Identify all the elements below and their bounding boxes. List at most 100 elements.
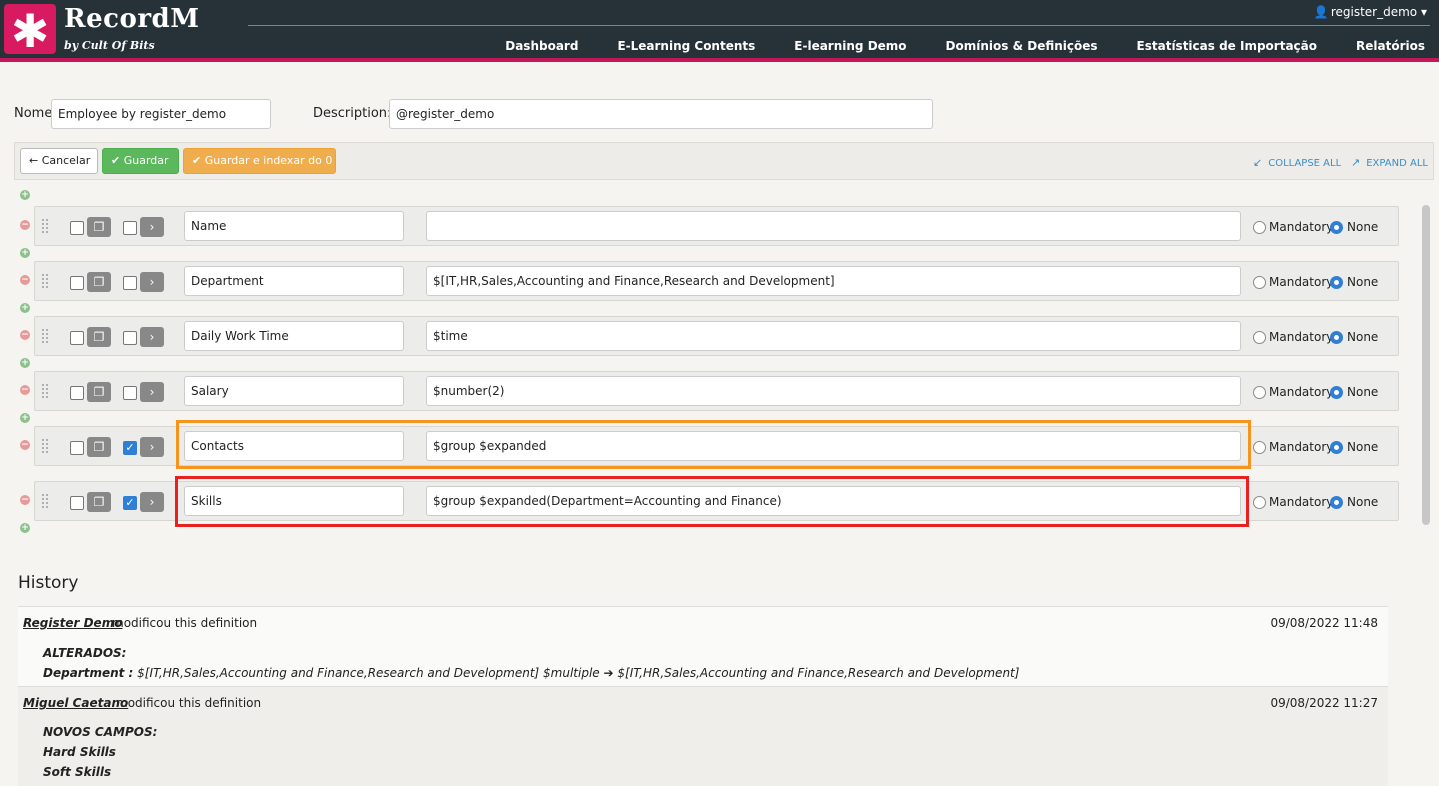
mandatory-radio[interactable]: [1253, 496, 1266, 509]
none-radio[interactable]: [1330, 276, 1343, 289]
remove-field-icon[interactable]: −: [20, 440, 30, 450]
mandatory-radio[interactable]: [1253, 276, 1266, 289]
field-select-checkbox[interactable]: [70, 386, 84, 400]
field-select-checkbox[interactable]: [70, 221, 84, 235]
scrollbar[interactable]: [1422, 205, 1430, 525]
definition-name-input[interactable]: Employee by register_demo: [51, 99, 271, 129]
history-action: modificou this definition: [112, 616, 258, 630]
collapse-all-label: COLLAPSE ALL: [1268, 158, 1342, 169]
none-label: None: [1347, 275, 1379, 289]
nav-elearning-contents[interactable]: E-Learning Contents: [617, 39, 755, 53]
user-name: register_demo: [1330, 5, 1418, 19]
field-group-checkbox[interactable]: [123, 221, 137, 235]
drag-handle-icon[interactable]: [41, 218, 49, 234]
field-description-input[interactable]: $time: [426, 321, 1241, 351]
duplicate-icon[interactable]: ❐: [87, 272, 111, 292]
field-name-input[interactable]: Name: [184, 211, 404, 241]
save-button[interactable]: ✔ Guardar: [102, 148, 179, 174]
chevron-right-icon[interactable]: ›: [140, 437, 164, 457]
history-entry: Miguel Caetano modificou this definition…: [18, 686, 1388, 786]
field-group-checkbox[interactable]: [123, 331, 137, 345]
field-select-checkbox[interactable]: [70, 441, 84, 455]
mandatory-radio[interactable]: [1253, 221, 1266, 234]
none-radio[interactable]: [1330, 441, 1343, 454]
field-name-input[interactable]: Salary: [184, 376, 404, 406]
duplicate-icon[interactable]: ❐: [87, 382, 111, 402]
drag-handle-icon[interactable]: [41, 328, 49, 344]
duplicate-icon[interactable]: ❐: [87, 217, 111, 237]
chevron-right-icon[interactable]: ›: [140, 492, 164, 512]
chevron-right-icon[interactable]: ›: [140, 217, 164, 237]
remove-field-icon[interactable]: −: [20, 385, 30, 395]
mandatory-label: Mandatory: [1269, 495, 1334, 509]
nav-elearning-demo[interactable]: E-learning Demo: [794, 39, 906, 53]
history-author[interactable]: Miguel Caetano: [23, 696, 128, 710]
field-row: ❐ › Salary $number(2) Mandatory None: [34, 371, 1399, 411]
remove-field-icon[interactable]: −: [20, 275, 30, 285]
remove-field-icon[interactable]: −: [20, 495, 30, 505]
chevron-right-icon[interactable]: ›: [140, 382, 164, 402]
field-select-checkbox[interactable]: [70, 496, 84, 510]
none-radio[interactable]: [1330, 496, 1343, 509]
chevron-right-icon[interactable]: ›: [140, 327, 164, 347]
cancel-button[interactable]: ← Cancelar: [20, 148, 98, 174]
add-field-icon[interactable]: +: [20, 413, 30, 423]
mandatory-radio[interactable]: [1253, 441, 1266, 454]
add-field-icon[interactable]: +: [20, 523, 30, 533]
add-field-icon[interactable]: +: [20, 190, 30, 200]
definition-description-input[interactable]: @register_demo: [389, 99, 933, 129]
name-label: Nome: [14, 106, 53, 121]
none-label: None: [1347, 330, 1379, 344]
add-field-icon[interactable]: +: [20, 358, 30, 368]
history-section: NOVOS CAMPOS:: [43, 725, 158, 739]
duplicate-icon[interactable]: ❐: [87, 437, 111, 457]
highlight-box-orange: [176, 420, 1251, 469]
none-radio[interactable]: [1330, 386, 1343, 399]
remove-field-icon[interactable]: −: [20, 220, 30, 230]
add-field-icon[interactable]: +: [20, 303, 30, 313]
save-index-button[interactable]: ✔ Guardar e indexar do 0: [183, 148, 336, 174]
mandatory-label: Mandatory: [1269, 440, 1334, 454]
chevron-right-icon[interactable]: ›: [140, 272, 164, 292]
drag-handle-icon[interactable]: [41, 493, 49, 509]
none-label: None: [1347, 495, 1379, 509]
drag-handle-icon[interactable]: [41, 438, 49, 454]
none-radio[interactable]: [1330, 221, 1343, 234]
field-description-input[interactable]: $number(2): [426, 376, 1241, 406]
history-new-value: $[IT,HR,Sales,Accounting and Finance,Res…: [617, 666, 1020, 680]
recordm-logo-icon[interactable]: ✱: [4, 4, 56, 58]
remove-field-icon[interactable]: −: [20, 330, 30, 340]
brand-name[interactable]: RecordM: [64, 4, 199, 34]
field-description-input[interactable]: [426, 211, 1241, 241]
field-name-input[interactable]: Daily Work Time: [184, 321, 404, 351]
field-name-input[interactable]: Department: [184, 266, 404, 296]
nav-relatorios[interactable]: Relatórios: [1356, 39, 1425, 53]
mandatory-radio[interactable]: [1253, 331, 1266, 344]
field-group-checkbox[interactable]: ✓: [123, 441, 137, 455]
chevron-down-icon: ▾: [1420, 5, 1427, 19]
drag-handle-icon[interactable]: [41, 383, 49, 399]
history-old-value: $[IT,HR,Sales,Accounting and Finance,Res…: [137, 666, 600, 680]
add-field-icon[interactable]: +: [20, 248, 30, 258]
nav-estatisticas[interactable]: Estatísticas de Importação: [1137, 39, 1317, 53]
collapse-all-link[interactable]: ↙ COLLAPSE ALL: [1253, 156, 1341, 169]
mandatory-radio[interactable]: [1253, 386, 1266, 399]
drag-handle-icon[interactable]: [41, 273, 49, 289]
none-radio[interactable]: [1330, 331, 1343, 344]
history-author[interactable]: Register Demo: [23, 616, 122, 630]
field-select-checkbox[interactable]: [70, 276, 84, 290]
collapse-icon: ↙: [1253, 156, 1263, 169]
user-menu[interactable]: 👤 register_demo ▾: [1314, 5, 1427, 19]
expand-all-link[interactable]: ↗ EXPAND ALL: [1351, 156, 1428, 169]
field-group-checkbox[interactable]: ✓: [123, 496, 137, 510]
duplicate-icon[interactable]: ❐: [87, 327, 111, 347]
field-row: ❐ › Department $[IT,HR,Sales,Accounting …: [34, 261, 1399, 301]
person-icon: 👤: [1313, 5, 1329, 19]
duplicate-icon[interactable]: ❐: [87, 492, 111, 512]
nav-dominios[interactable]: Domínios & Definições: [946, 39, 1098, 53]
field-select-checkbox[interactable]: [70, 331, 84, 345]
nav-dashboard[interactable]: Dashboard: [505, 39, 578, 53]
field-group-checkbox[interactable]: [123, 276, 137, 290]
field-group-checkbox[interactable]: [123, 386, 137, 400]
field-description-input[interactable]: $[IT,HR,Sales,Accounting and Finance,Res…: [426, 266, 1241, 296]
